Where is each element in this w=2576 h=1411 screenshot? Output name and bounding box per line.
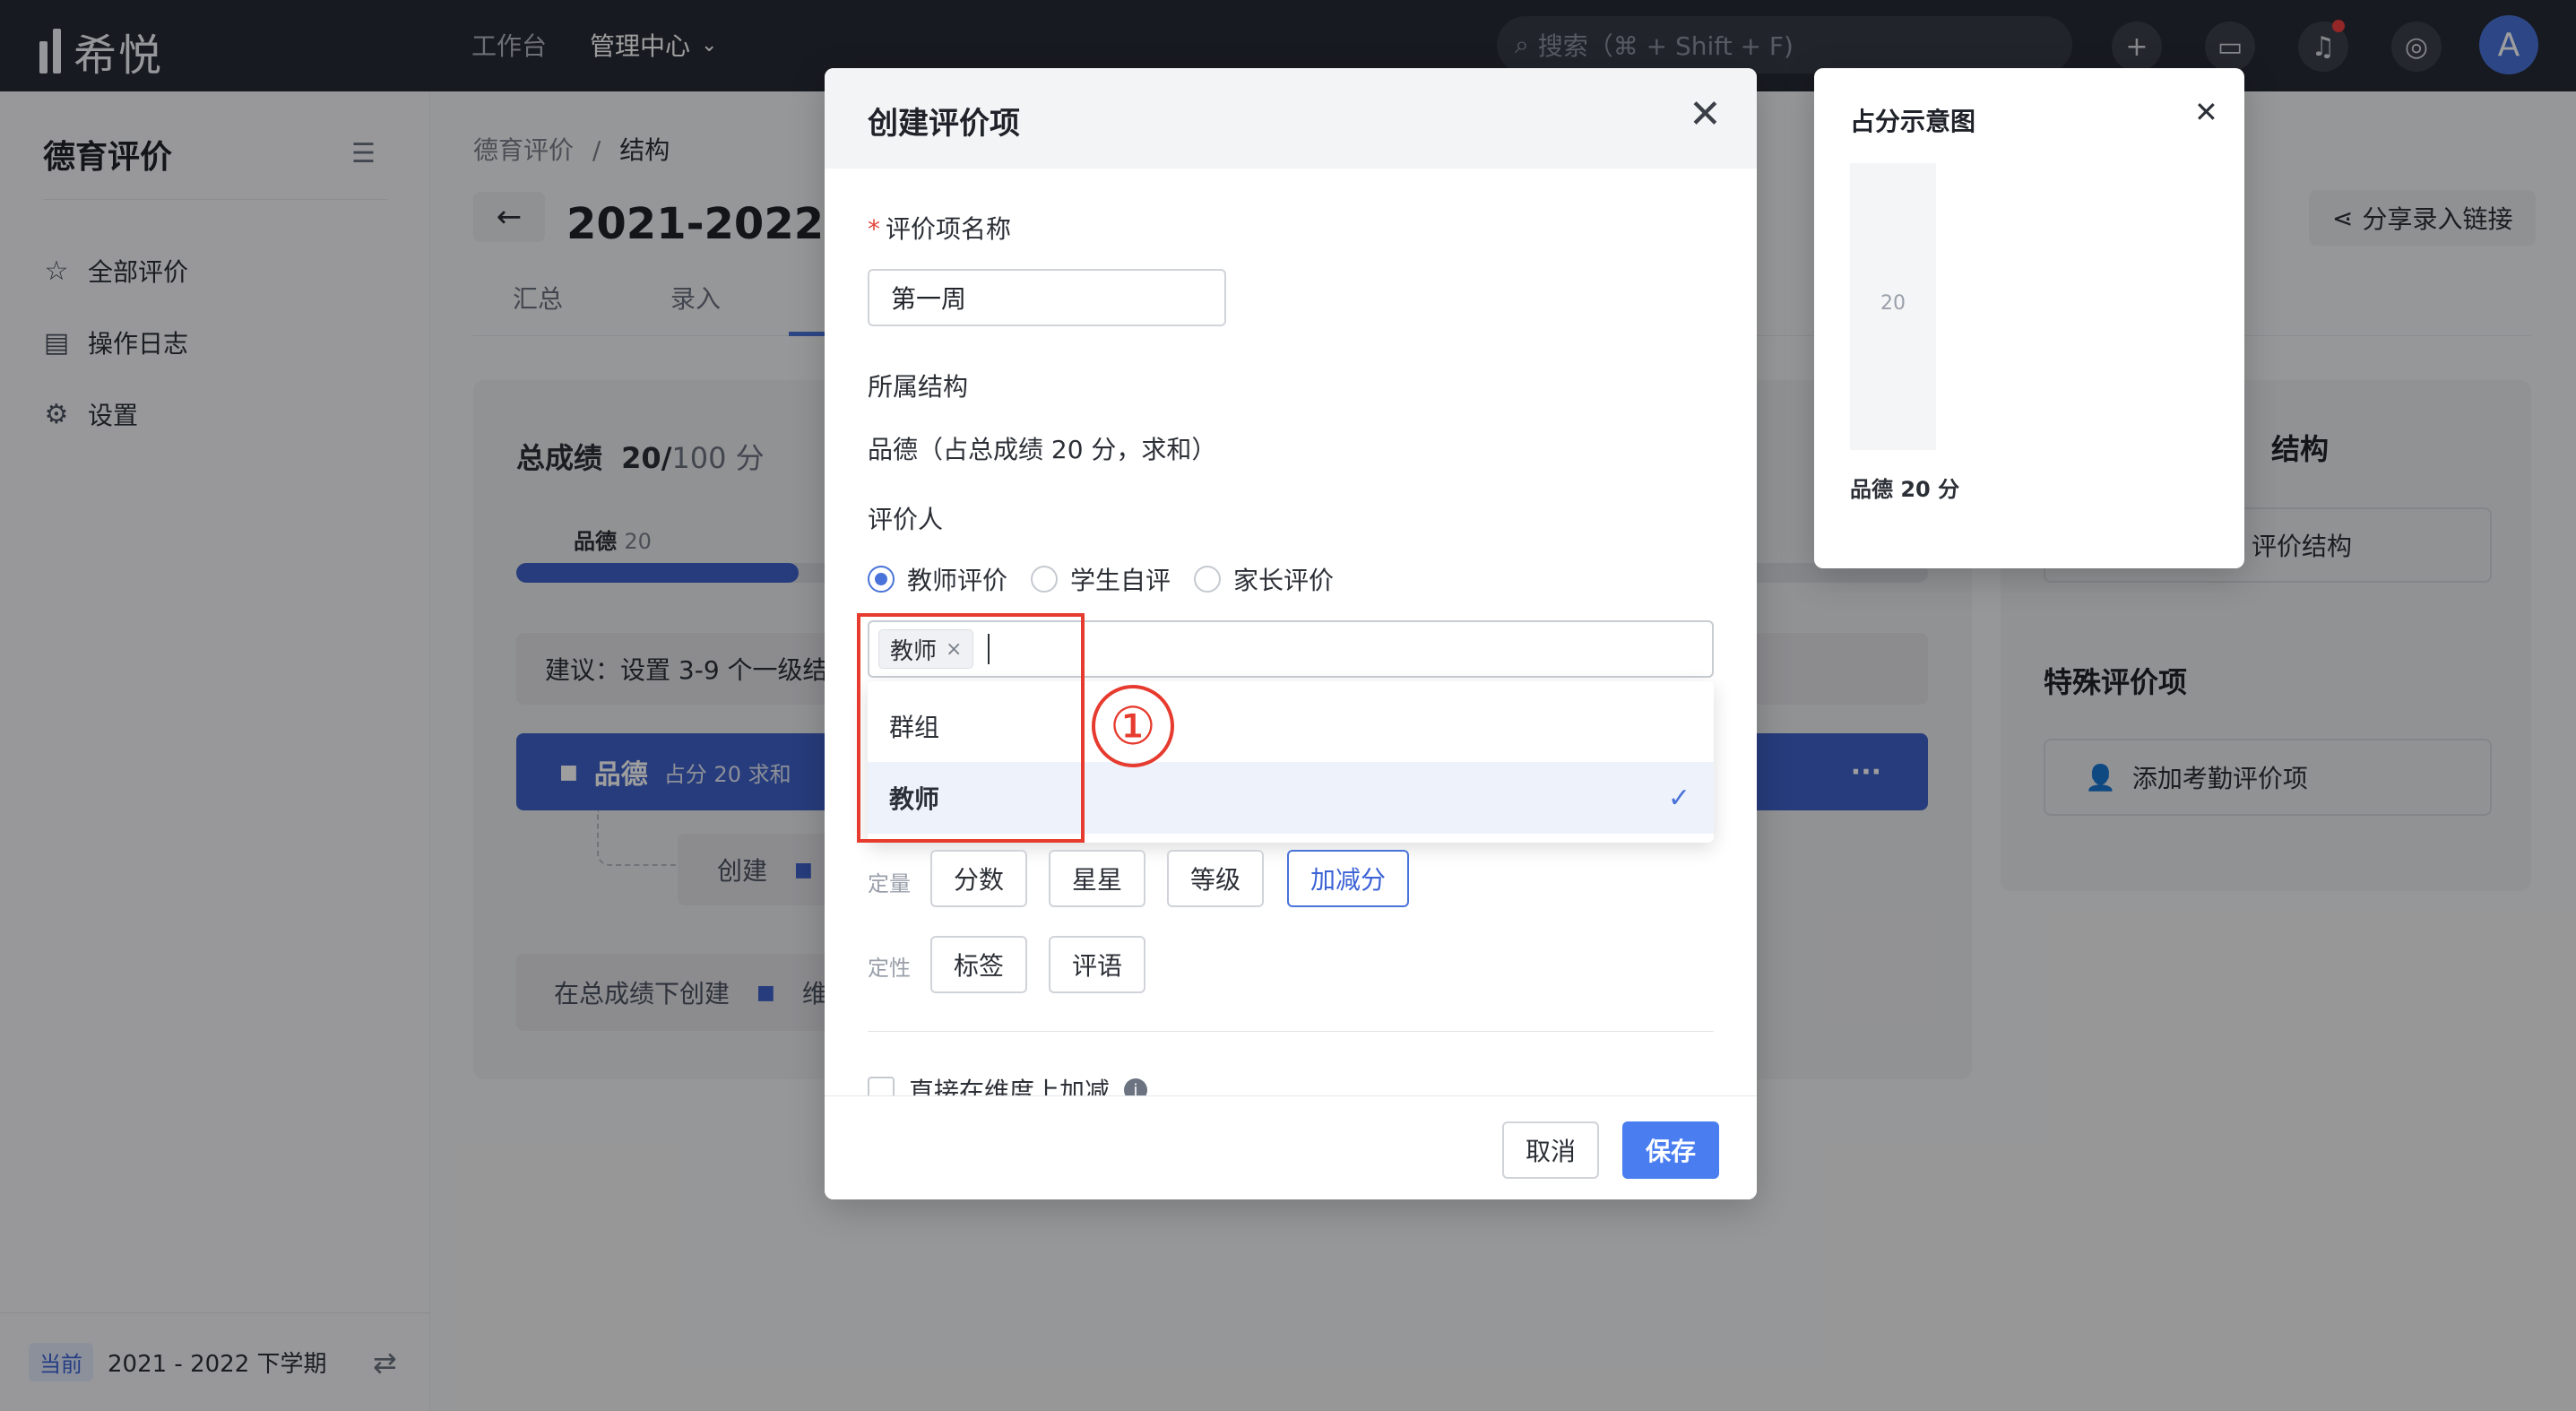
- type-score-button[interactable]: 分数: [930, 850, 1027, 907]
- radio-parent-evaluation[interactable]: 家长评价: [1194, 561, 1334, 597]
- score-share-popover: 占分示意图 ✕ 20 品德 20 分: [1814, 68, 2244, 568]
- structure-value: 品德（占总成绩 20 分，求和）: [868, 435, 1217, 464]
- close-icon[interactable]: ✕: [2194, 95, 2218, 129]
- dialog-footer: 取消 保存: [825, 1095, 1757, 1199]
- check-icon: ✓: [1667, 782, 1690, 814]
- structure-field-label: 所属结构: [868, 372, 969, 402]
- radio-dot: [868, 566, 895, 593]
- qualitative-label: 定性: [868, 956, 911, 981]
- annotation-step-number: ①: [1092, 685, 1174, 767]
- dialog-header: 创建评价项 ✕: [825, 68, 1757, 169]
- radio-teacher-evaluation[interactable]: 教师评价: [868, 561, 1007, 597]
- type-tag-button[interactable]: 标签: [930, 936, 1027, 993]
- evaluator-radio-group: 教师评价 学生自评 家长评价: [868, 561, 1334, 597]
- type-plus-minus-button[interactable]: 加减分: [1287, 850, 1409, 907]
- required-mark: *: [868, 214, 880, 244]
- chart-data-label: 20: [1880, 292, 1906, 315]
- cancel-button[interactable]: 取消: [1502, 1121, 1599, 1179]
- item-name-input[interactable]: 第一周: [868, 269, 1226, 326]
- radio-dot: [1031, 566, 1059, 593]
- radio-dot: [1194, 566, 1222, 593]
- type-grade-button[interactable]: 等级: [1167, 850, 1264, 907]
- annotation-highlight-box: [857, 613, 1085, 843]
- radio-label: 教师评价: [907, 566, 1008, 595]
- close-icon[interactable]: ✕: [1689, 91, 1722, 137]
- dialog-divider: [868, 1031, 1714, 1032]
- evaluator-field-label: 评价人: [868, 505, 944, 534]
- save-button[interactable]: 保存: [1622, 1121, 1719, 1179]
- name-field-label: * 评价项名称: [868, 210, 1011, 246]
- name-label-text: 评价项名称: [886, 214, 1012, 244]
- type-comment-button[interactable]: 评语: [1049, 936, 1145, 993]
- radio-student-self[interactable]: 学生自评: [1031, 561, 1171, 597]
- radio-label: 家长评价: [1233, 566, 1335, 595]
- chart-title: 占分示意图: [1850, 107, 1976, 136]
- type-star-button[interactable]: 星星: [1049, 850, 1145, 907]
- radio-label: 学生自评: [1070, 566, 1171, 595]
- quantitative-label: 定量: [868, 871, 911, 896]
- dialog-title: 创建评价项: [868, 106, 1020, 142]
- chart-category-label: 品德 20 分: [1850, 477, 1960, 502]
